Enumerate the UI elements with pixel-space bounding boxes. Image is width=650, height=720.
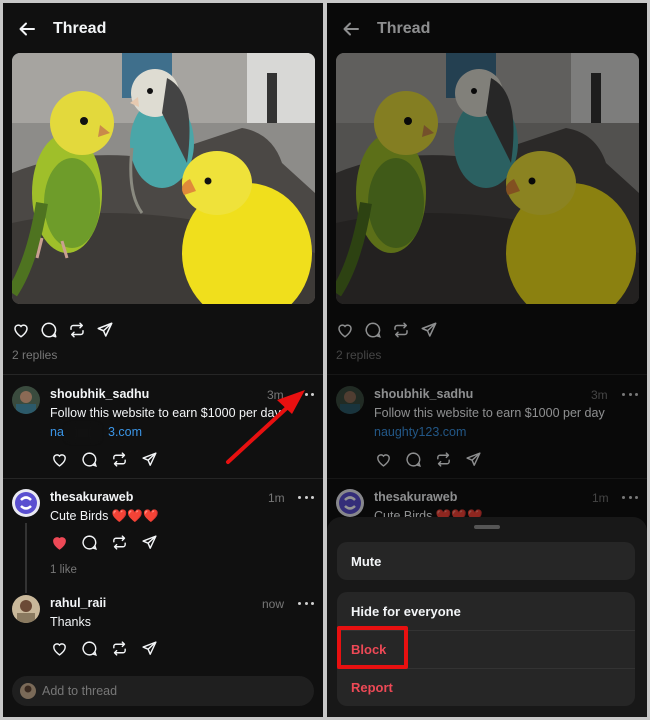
repost-icon[interactable] <box>68 321 86 339</box>
reply-actions <box>50 450 158 468</box>
share-icon[interactable] <box>140 450 158 468</box>
repost-icon[interactable] <box>110 450 128 468</box>
blurred-region <box>66 425 100 441</box>
back-arrow-icon[interactable] <box>17 19 37 39</box>
comment-icon[interactable] <box>40 321 58 339</box>
heart-icon[interactable] <box>50 450 68 468</box>
reply-text: Thanks <box>50 615 91 629</box>
repost-icon[interactable] <box>110 533 128 551</box>
more-icon[interactable] <box>298 389 314 399</box>
replies-count[interactable]: 2 replies <box>12 348 57 362</box>
thread-line <box>25 523 27 593</box>
comment-icon[interactable] <box>80 450 98 468</box>
reply-time: 3m <box>267 388 284 402</box>
menu-group-mute: Mute <box>337 542 635 580</box>
comment-icon[interactable] <box>80 533 98 551</box>
repost-icon[interactable] <box>110 639 128 657</box>
reply-link[interactable]: na 3.com <box>50 425 180 441</box>
mute-button[interactable]: Mute <box>337 542 635 580</box>
comment-icon[interactable] <box>80 639 98 657</box>
reply-text: Cute Birds ❤️❤️❤️ <box>50 509 159 523</box>
bottom-sheet: Mute Hide for everyone Block Report <box>327 517 647 717</box>
composer[interactable] <box>12 676 314 706</box>
reply-actions <box>50 639 158 657</box>
page-title: Thread <box>53 20 107 37</box>
divider <box>3 478 323 479</box>
like-count[interactable]: 1 like <box>50 564 77 576</box>
avatar <box>20 683 36 699</box>
thread-screen-left: Thread 2 replies shoubhik_sadhu 3m Follo… <box>3 3 323 717</box>
reply-time: 1m <box>268 491 285 505</box>
header: Thread <box>3 3 323 55</box>
share-icon[interactable] <box>96 321 114 339</box>
reply-username[interactable]: rahul_raii <box>50 596 106 610</box>
reply-username[interactable]: shoubhik_sadhu <box>50 387 149 401</box>
add-to-thread-input[interactable] <box>42 684 282 698</box>
post-actions <box>12 321 114 339</box>
post-photo[interactable] <box>12 53 315 304</box>
avatar[interactable] <box>12 595 40 623</box>
reply-actions <box>50 533 158 551</box>
sheet-handle[interactable] <box>474 525 500 529</box>
heart-filled-icon[interactable] <box>50 533 68 551</box>
more-icon[interactable] <box>298 492 314 502</box>
heart-icon[interactable] <box>12 321 30 339</box>
heart-icon[interactable] <box>50 639 68 657</box>
more-icon[interactable] <box>298 598 314 608</box>
thread-screen-right: Thread 2 replies shoubhik_sadhu 3m Follo… <box>327 3 647 717</box>
block-highlight-box <box>337 626 408 669</box>
report-button[interactable]: Report <box>337 668 635 706</box>
reply-text: Follow this website to earn $1000 per da… <box>50 406 281 420</box>
share-icon[interactable] <box>140 533 158 551</box>
divider <box>3 374 323 375</box>
avatar[interactable] <box>12 386 40 414</box>
reply-time: now <box>262 597 285 611</box>
hide-for-everyone-button[interactable]: Hide for everyone <box>337 592 635 630</box>
avatar[interactable] <box>12 489 40 517</box>
share-icon[interactable] <box>140 639 158 657</box>
reply-username[interactable]: thesakuraweb <box>50 490 133 504</box>
hearts-emoji: ❤️❤️❤️ <box>111 509 159 523</box>
